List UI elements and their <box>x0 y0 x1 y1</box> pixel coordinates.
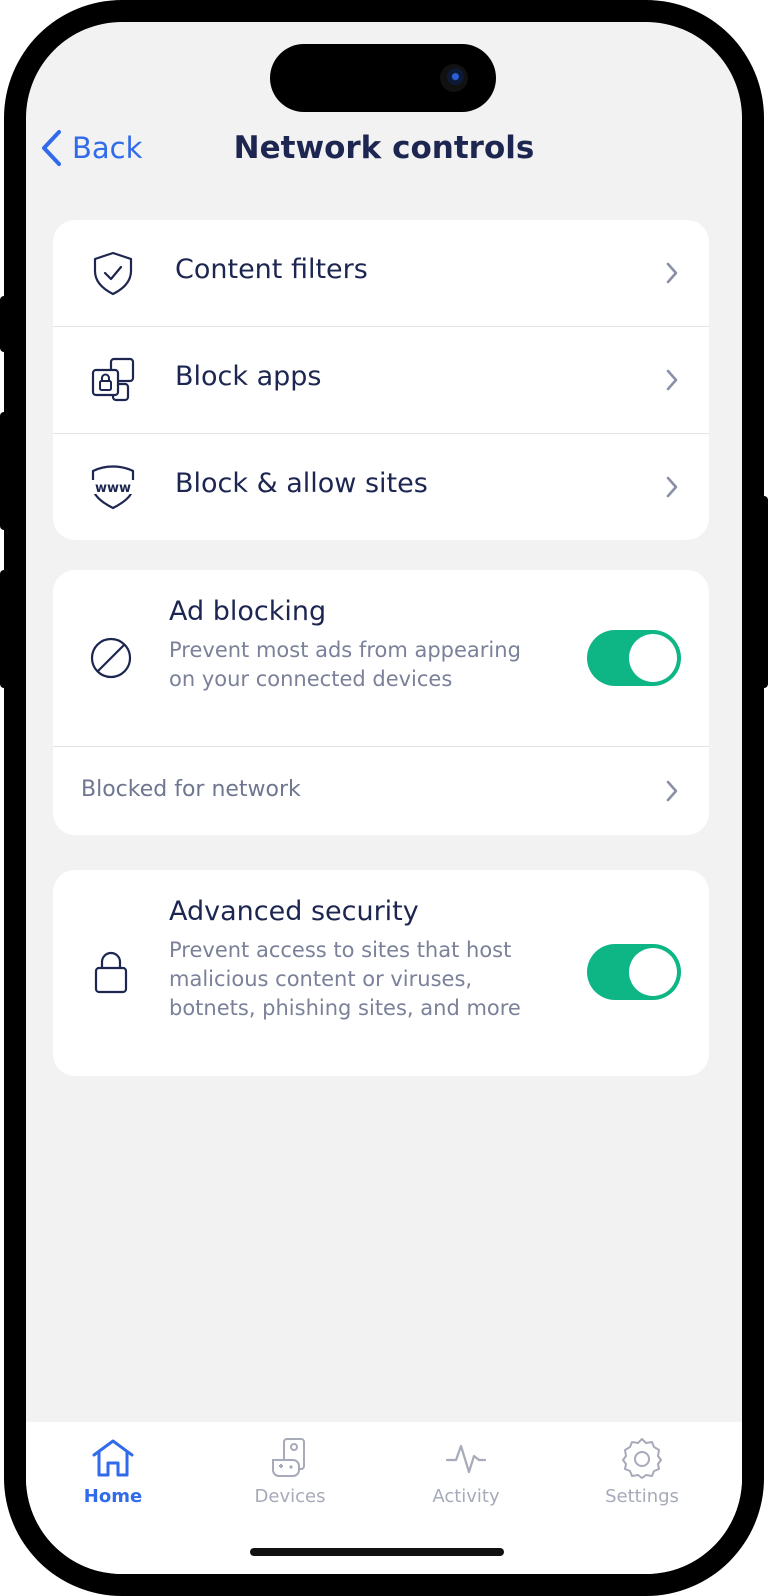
tab-settings-label: Settings <box>605 1486 679 1507</box>
ad-blocking-description: Prevent most ads from appearing on your … <box>169 638 521 691</box>
app-lock-icon <box>91 357 135 402</box>
ad-blocking-section: Ad blocking Prevent most ads from appear… <box>53 570 709 746</box>
home-indicator <box>250 1548 504 1556</box>
chevron-right-icon <box>666 262 678 284</box>
www-shield-icon: www <box>89 465 137 510</box>
block-circle-icon <box>90 637 132 679</box>
ad-blocking-toggle[interactable] <box>587 630 681 686</box>
screen: Back Network controls Content filters Bl <box>26 22 742 1574</box>
ad-blocking-card: Ad blocking Prevent most ads from appear… <box>53 570 709 835</box>
network-controls-card: Content filters Block apps www Block & a… <box>53 220 709 540</box>
devices-icon <box>272 1438 305 1477</box>
block-apps-label: Block apps <box>175 361 322 392</box>
tab-activity-label: Activity <box>432 1486 500 1507</box>
tab-home-label: Home <box>83 1486 143 1507</box>
content-filters-row[interactable]: Content filters <box>53 220 709 327</box>
block-apps-row[interactable]: Block apps <box>53 327 709 434</box>
settings-icon <box>622 1438 662 1479</box>
blocked-for-network-label: Blocked for network <box>81 777 301 802</box>
content-filters-label: Content filters <box>175 254 368 285</box>
tab-settings[interactable]: Settings <box>582 1436 702 1507</box>
advanced-security-description: Prevent access to sites that host malici… <box>169 938 521 1020</box>
advanced-security-card: Advanced security Prevent access to site… <box>53 870 709 1076</box>
shield-check-icon <box>93 251 133 296</box>
chevron-right-icon <box>666 780 678 802</box>
svg-text:www: www <box>95 481 131 496</box>
phone-power-button <box>758 496 768 688</box>
page-title: Network controls <box>233 130 535 166</box>
toggle-knob <box>629 634 677 682</box>
padlock-icon <box>94 951 128 994</box>
blocked-for-network-row[interactable]: Blocked for network <box>53 746 709 835</box>
front-camera <box>440 64 468 92</box>
activity-icon <box>445 1444 487 1474</box>
tab-devices-label: Devices <box>254 1486 326 1507</box>
tab-devices[interactable]: Devices <box>230 1436 350 1507</box>
phone-volume-down-button <box>0 570 10 688</box>
home-icon <box>92 1439 134 1477</box>
bottom-tab-bar: Home Devices Activity Settings <box>26 1422 742 1574</box>
chevron-right-icon <box>666 476 678 498</box>
block-allow-sites-row[interactable]: www Block & allow sites <box>53 434 709 540</box>
tab-home[interactable]: Home <box>53 1436 173 1507</box>
block-allow-sites-label: Block & allow sites <box>175 468 428 499</box>
ad-blocking-title: Ad blocking <box>169 596 327 627</box>
chevron-right-icon <box>666 369 678 391</box>
toggle-knob <box>629 948 677 996</box>
phone-action-button <box>0 296 10 352</box>
dynamic-island <box>270 44 496 112</box>
navigation-header: Back Network controls <box>26 122 742 174</box>
phone-volume-up-button <box>0 412 10 530</box>
advanced-security-title: Advanced security <box>169 896 419 927</box>
advanced-security-section: Advanced security Prevent access to site… <box>53 870 709 1076</box>
advanced-security-toggle[interactable] <box>587 944 681 1000</box>
tab-activity[interactable]: Activity <box>406 1436 526 1507</box>
